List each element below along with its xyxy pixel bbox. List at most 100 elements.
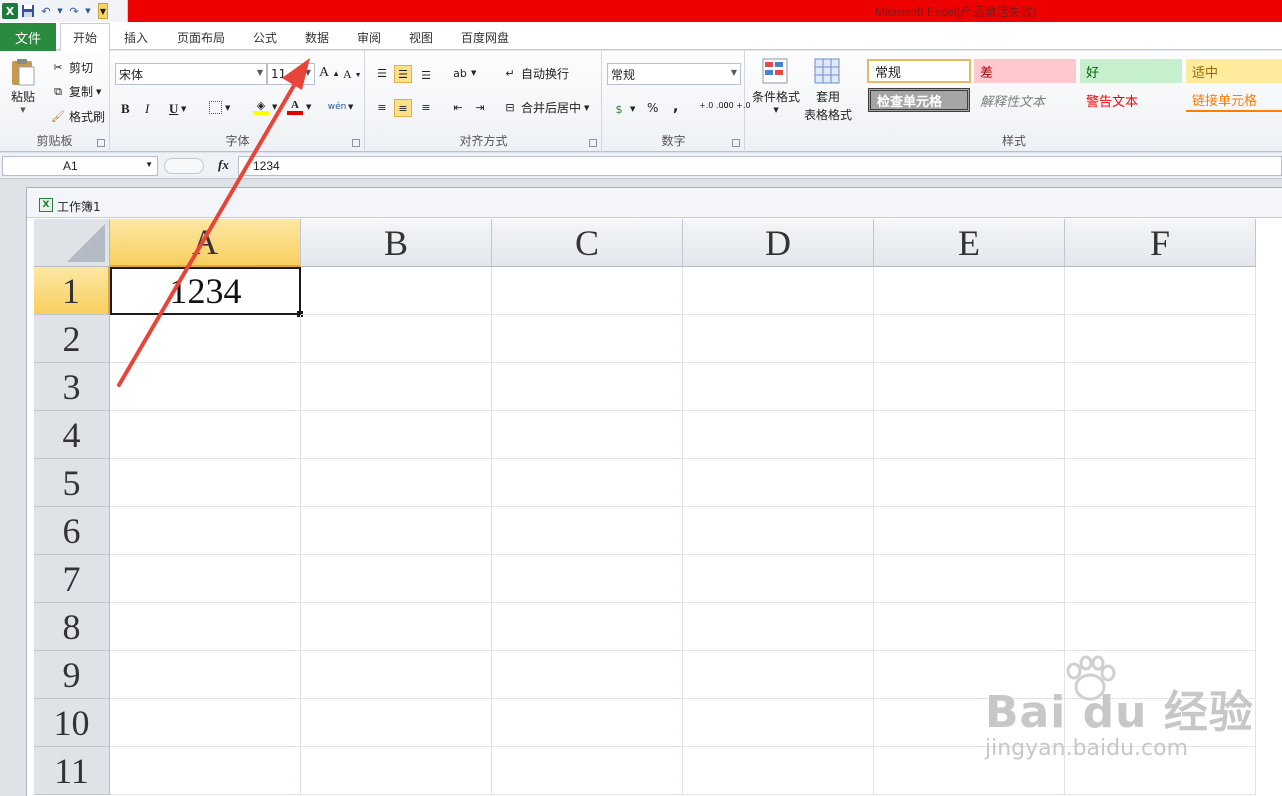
row-header-11[interactable]: 11 — [34, 747, 110, 795]
excel-logo-icon[interactable]: X — [2, 3, 18, 19]
merge-center-button[interactable]: ⊟ 合并后居中 ▼ — [502, 99, 589, 116]
cell-a4[interactable] — [110, 411, 301, 459]
cell-d6[interactable] — [683, 507, 874, 555]
cell-f3[interactable] — [1065, 363, 1256, 411]
customize-qat-icon[interactable]: ▼ — [98, 3, 108, 19]
tab-file[interactable]: 文件 — [0, 23, 56, 51]
clipboard-launcher-icon[interactable] — [97, 139, 105, 147]
italic-button[interactable]: I — [145, 101, 149, 117]
tab-home[interactable]: 开始 — [60, 23, 110, 52]
cell-e5[interactable] — [874, 459, 1065, 507]
redo-icon[interactable]: ↷ — [66, 3, 82, 19]
undo-icon[interactable]: ↶ — [38, 3, 54, 19]
column-header-a[interactable]: A — [110, 219, 301, 267]
tab-page-layout[interactable]: 页面布局 — [168, 23, 234, 51]
tab-data[interactable]: 数据 — [296, 23, 338, 51]
align-bottom-button[interactable]: ☰ — [418, 67, 434, 83]
cell-c1[interactable] — [492, 267, 683, 315]
conditional-format-button[interactable]: 条件格式 ▼ — [752, 57, 800, 114]
style-neutral[interactable]: 适中 — [1186, 59, 1282, 83]
number-format-combo[interactable]: 常规 ▼ — [607, 63, 741, 85]
cell-c8[interactable] — [492, 603, 683, 651]
grow-font-button[interactable]: A ▲ — [319, 65, 340, 81]
cell-c3[interactable] — [492, 363, 683, 411]
select-all-button[interactable] — [34, 219, 110, 267]
shrink-font-button[interactable]: A ▼ — [343, 67, 362, 82]
increase-indent-button[interactable]: ⇥ — [472, 99, 488, 115]
align-left-button[interactable]: ≡ — [374, 99, 390, 115]
cell-d3[interactable] — [683, 363, 874, 411]
column-header-d[interactable]: D — [683, 219, 874, 267]
row-header-8[interactable]: 8 — [34, 603, 110, 651]
cell-c2[interactable] — [492, 315, 683, 363]
cell-c10[interactable] — [492, 699, 683, 747]
number-launcher-icon[interactable] — [732, 139, 740, 147]
cell-a9[interactable] — [110, 651, 301, 699]
cell-d8[interactable] — [683, 603, 874, 651]
style-normal[interactable]: 常规 — [867, 59, 971, 83]
cell-e7[interactable] — [874, 555, 1065, 603]
column-header-c[interactable]: C — [492, 219, 683, 267]
style-linked-cell[interactable]: 链接单元格 — [1186, 88, 1282, 112]
font-name-combo[interactable]: 宋体 ▼ — [115, 63, 267, 85]
cell-f1[interactable] — [1065, 267, 1256, 315]
cell-d4[interactable] — [683, 411, 874, 459]
cell-e1[interactable] — [874, 267, 1065, 315]
align-middle-button[interactable]: ☰ — [394, 65, 412, 83]
row-header-6[interactable]: 6 — [34, 507, 110, 555]
cell-a2[interactable] — [110, 315, 301, 363]
cell-d10[interactable] — [683, 699, 874, 747]
cell-f6[interactable] — [1065, 507, 1256, 555]
cell-c6[interactable] — [492, 507, 683, 555]
insert-function-icon[interactable]: fx — [218, 157, 229, 173]
cell-c9[interactable] — [492, 651, 683, 699]
tab-insert[interactable]: 插入 — [114, 23, 158, 51]
phonetic-button[interactable]: wén ▼ — [328, 99, 354, 115]
align-right-button[interactable]: ≡ — [418, 99, 434, 115]
cell-b10[interactable] — [301, 699, 492, 747]
font-color-button[interactable]: A ▼ — [287, 99, 311, 115]
redo-dropdown-icon[interactable]: ▼ — [84, 3, 92, 19]
cell-b4[interactable] — [301, 411, 492, 459]
accounting-format-button[interactable]: $ ▼ — [611, 101, 636, 117]
paste-button[interactable]: 粘贴 ▼ — [8, 57, 38, 114]
font-size-combo[interactable]: 11 ▼ — [267, 63, 315, 85]
cell-f4[interactable] — [1065, 411, 1256, 459]
column-header-b[interactable]: B — [301, 219, 492, 267]
style-warning[interactable]: 警告文本 — [1080, 88, 1182, 112]
style-bad[interactable]: 差 — [974, 59, 1076, 83]
cell-e6[interactable] — [874, 507, 1065, 555]
cell-a6[interactable] — [110, 507, 301, 555]
cell-d7[interactable] — [683, 555, 874, 603]
cell-f2[interactable] — [1065, 315, 1256, 363]
copy-button[interactable]: ⧉ 复制 ▼ — [50, 83, 101, 100]
row-header-5[interactable]: 5 — [34, 459, 110, 507]
cell-d5[interactable] — [683, 459, 874, 507]
chevron-down-icon[interactable]: ▼ — [145, 160, 153, 169]
cell-a7[interactable] — [110, 555, 301, 603]
cell-b9[interactable] — [301, 651, 492, 699]
cell-a11[interactable] — [110, 747, 301, 795]
row-header-7[interactable]: 7 — [34, 555, 110, 603]
row-header-10[interactable]: 10 — [34, 699, 110, 747]
alignment-launcher-icon[interactable] — [589, 139, 597, 147]
border-button[interactable]: ▼ — [209, 101, 230, 114]
cut-button[interactable]: ✂ 剪切 — [50, 59, 93, 76]
style-explanatory[interactable]: 解释性文本 — [974, 88, 1076, 112]
cell-d2[interactable] — [683, 315, 874, 363]
name-box[interactable]: A1 ▼ — [2, 156, 158, 176]
underline-dropdown-icon[interactable]: ▼ — [181, 105, 186, 113]
comma-button[interactable]: , — [673, 99, 678, 115]
formula-input[interactable]: 1234 — [238, 156, 1282, 176]
format-as-table-button[interactable]: 套用 表格格式 — [804, 57, 852, 123]
row-header-9[interactable]: 9 — [34, 651, 110, 699]
fill-color-button[interactable]: ◈ ▼ — [253, 99, 277, 115]
cell-a1[interactable]: 1234 — [110, 267, 301, 315]
column-header-e[interactable]: E — [874, 219, 1065, 267]
cell-e2[interactable] — [874, 315, 1065, 363]
decrease-indent-button[interactable]: ⇤ — [450, 99, 466, 115]
formula-bar-resize-handle[interactable] — [164, 158, 204, 174]
row-header-4[interactable]: 4 — [34, 411, 110, 459]
row-header-1[interactable]: 1 — [34, 267, 110, 315]
font-launcher-icon[interactable] — [352, 139, 360, 147]
